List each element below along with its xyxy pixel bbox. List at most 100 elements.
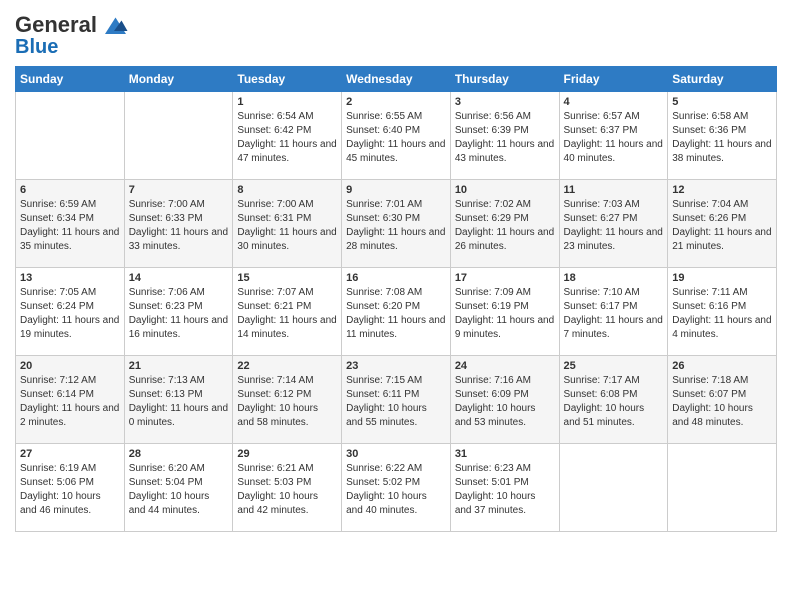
day-number: 4 [564, 96, 664, 108]
day-number: 5 [672, 96, 772, 108]
week-row-5: 27Sunrise: 6:19 AM Sunset: 5:06 PM Dayli… [16, 444, 777, 532]
header: General Blue [15, 10, 777, 58]
day-number: 7 [129, 184, 229, 196]
day-info: Sunrise: 7:04 AM Sunset: 6:26 PM Dayligh… [672, 198, 772, 254]
day-info: Sunrise: 6:55 AM Sunset: 6:40 PM Dayligh… [346, 110, 446, 166]
cell-3-7: 19 Sunrise: 7:11 AM Sunset: 6:16 PM Dayli… [668, 268, 777, 356]
week-row-3: 13 Sunrise: 7:05 AM Sunset: 6:24 PM Dayli… [16, 268, 777, 356]
day-info: Sunrise: 6:22 AM Sunset: 5:02 PM Dayligh… [346, 462, 446, 518]
day-info: Sunrise: 7:12 AM Sunset: 6:14 PM Dayligh… [20, 374, 120, 430]
day-number: 24 [455, 360, 555, 372]
day-number: 12 [672, 184, 772, 196]
cell-5-4: 30Sunrise: 6:22 AM Sunset: 5:02 PM Dayli… [342, 444, 451, 532]
day-info: Sunrise: 6:54 AM Sunset: 6:42 PM Dayligh… [237, 110, 337, 166]
day-info: Sunrise: 6:19 AM Sunset: 5:06 PM Dayligh… [20, 462, 120, 518]
day-info: Sunrise: 7:16 AM Sunset: 6:09 PM Dayligh… [455, 374, 555, 430]
cell-4-7: 26 Sunrise: 7:18 AM Sunset: 6:07 PM Dayli… [668, 356, 777, 444]
day-info: Sunrise: 7:15 AM Sunset: 6:11 PM Dayligh… [346, 374, 446, 430]
day-info: Sunrise: 6:21 AM Sunset: 5:03 PM Dayligh… [237, 462, 337, 518]
logo-blue: Blue [15, 36, 58, 58]
cell-3-2: 14 Sunrise: 7:06 AM Sunset: 6:23 PM Dayli… [124, 268, 233, 356]
day-number: 3 [455, 96, 555, 108]
cell-1-5: 3 Sunrise: 6:56 AM Sunset: 6:39 PM Daylig… [450, 92, 559, 180]
day-number: 11 [564, 184, 664, 196]
day-number: 19 [672, 272, 772, 284]
day-number: 29 [237, 448, 337, 460]
calendar-table: SundayMondayTuesdayWednesdayThursdayFrid… [15, 66, 777, 532]
day-info: Sunrise: 7:07 AM Sunset: 6:21 PM Dayligh… [237, 286, 337, 342]
day-info: Sunrise: 6:59 AM Sunset: 6:34 PM Dayligh… [20, 198, 120, 254]
day-info: Sunrise: 7:06 AM Sunset: 6:23 PM Dayligh… [129, 286, 229, 342]
cell-3-1: 13 Sunrise: 7:05 AM Sunset: 6:24 PM Dayli… [16, 268, 125, 356]
week-row-4: 20 Sunrise: 7:12 AM Sunset: 6:14 PM Dayli… [16, 356, 777, 444]
cell-2-2: 7 Sunrise: 7:00 AM Sunset: 6:33 PM Daylig… [124, 180, 233, 268]
cell-5-5: 31Sunrise: 6:23 AM Sunset: 5:01 PM Dayli… [450, 444, 559, 532]
cell-5-7 [668, 444, 777, 532]
day-number: 20 [20, 360, 120, 372]
cell-1-3: 1 Sunrise: 6:54 AM Sunset: 6:42 PM Daylig… [233, 92, 342, 180]
day-info: Sunrise: 7:00 AM Sunset: 6:33 PM Dayligh… [129, 198, 229, 254]
cell-4-4: 23 Sunrise: 7:15 AM Sunset: 6:11 PM Dayli… [342, 356, 451, 444]
logo-icon [99, 10, 129, 40]
cell-3-5: 17Sunrise: 7:09 AM Sunset: 6:19 PM Dayli… [450, 268, 559, 356]
day-number: 25 [564, 360, 664, 372]
day-info: Sunrise: 7:02 AM Sunset: 6:29 PM Dayligh… [455, 198, 555, 254]
header-row: SundayMondayTuesdayWednesdayThursdayFrid… [16, 67, 777, 92]
day-info: Sunrise: 7:10 AM Sunset: 6:17 PM Dayligh… [564, 286, 664, 342]
day-number: 6 [20, 184, 120, 196]
day-info: Sunrise: 7:18 AM Sunset: 6:07 PM Dayligh… [672, 374, 772, 430]
day-number: 1 [237, 96, 337, 108]
cell-4-6: 25 Sunrise: 7:17 AM Sunset: 6:08 PM Dayli… [559, 356, 668, 444]
day-number: 10 [455, 184, 555, 196]
cell-4-1: 20 Sunrise: 7:12 AM Sunset: 6:14 PM Dayli… [16, 356, 125, 444]
day-number: 28 [129, 448, 229, 460]
cell-5-1: 27Sunrise: 6:19 AM Sunset: 5:06 PM Dayli… [16, 444, 125, 532]
cell-1-2 [124, 92, 233, 180]
cell-2-4: 9Sunrise: 7:01 AM Sunset: 6:30 PM Daylig… [342, 180, 451, 268]
col-header-thursday: Thursday [450, 67, 559, 92]
week-row-1: 1 Sunrise: 6:54 AM Sunset: 6:42 PM Daylig… [16, 92, 777, 180]
cell-1-7: 5 Sunrise: 6:58 AM Sunset: 6:36 PM Daylig… [668, 92, 777, 180]
col-header-tuesday: Tuesday [233, 67, 342, 92]
day-number: 15 [237, 272, 337, 284]
day-info: Sunrise: 6:58 AM Sunset: 6:36 PM Dayligh… [672, 110, 772, 166]
cell-3-4: 16 Sunrise: 7:08 AM Sunset: 6:20 PM Dayli… [342, 268, 451, 356]
cell-5-2: 28 Sunrise: 6:20 AM Sunset: 5:04 PM Dayli… [124, 444, 233, 532]
day-info: Sunrise: 7:03 AM Sunset: 6:27 PM Dayligh… [564, 198, 664, 254]
day-info: Sunrise: 7:08 AM Sunset: 6:20 PM Dayligh… [346, 286, 446, 342]
page: General Blue SundayMondayTuesdayWednesda… [0, 0, 792, 547]
day-info: Sunrise: 7:00 AM Sunset: 6:31 PM Dayligh… [237, 198, 337, 254]
day-info: Sunrise: 6:57 AM Sunset: 6:37 PM Dayligh… [564, 110, 664, 166]
day-number: 18 [564, 272, 664, 284]
day-info: Sunrise: 7:11 AM Sunset: 6:16 PM Dayligh… [672, 286, 772, 342]
cell-4-5: 24 Sunrise: 7:16 AM Sunset: 6:09 PM Dayli… [450, 356, 559, 444]
day-info: Sunrise: 7:05 AM Sunset: 6:24 PM Dayligh… [20, 286, 120, 342]
day-number: 21 [129, 360, 229, 372]
day-number: 16 [346, 272, 446, 284]
week-row-2: 6 Sunrise: 6:59 AM Sunset: 6:34 PM Daylig… [16, 180, 777, 268]
cell-2-3: 8 Sunrise: 7:00 AM Sunset: 6:31 PM Daylig… [233, 180, 342, 268]
day-info: Sunrise: 6:20 AM Sunset: 5:04 PM Dayligh… [129, 462, 229, 518]
day-number: 8 [237, 184, 337, 196]
day-number: 13 [20, 272, 120, 284]
col-header-sunday: Sunday [16, 67, 125, 92]
day-number: 23 [346, 360, 446, 372]
cell-1-1 [16, 92, 125, 180]
cell-1-4: 2 Sunrise: 6:55 AM Sunset: 6:40 PM Daylig… [342, 92, 451, 180]
day-info: Sunrise: 7:14 AM Sunset: 6:12 PM Dayligh… [237, 374, 337, 430]
cell-2-5: 10 Sunrise: 7:02 AM Sunset: 6:29 PM Dayli… [450, 180, 559, 268]
cell-2-7: 12 Sunrise: 7:04 AM Sunset: 6:26 PM Dayli… [668, 180, 777, 268]
day-info: Sunrise: 6:56 AM Sunset: 6:39 PM Dayligh… [455, 110, 555, 166]
day-info: Sunrise: 7:13 AM Sunset: 6:13 PM Dayligh… [129, 374, 229, 430]
cell-5-3: 29 Sunrise: 6:21 AM Sunset: 5:03 PM Dayli… [233, 444, 342, 532]
day-number: 14 [129, 272, 229, 284]
day-number: 2 [346, 96, 446, 108]
col-header-saturday: Saturday [668, 67, 777, 92]
cell-4-2: 21 Sunrise: 7:13 AM Sunset: 6:13 PM Dayli… [124, 356, 233, 444]
day-info: Sunrise: 7:17 AM Sunset: 6:08 PM Dayligh… [564, 374, 664, 430]
day-number: 22 [237, 360, 337, 372]
cell-1-6: 4 Sunrise: 6:57 AM Sunset: 6:37 PM Daylig… [559, 92, 668, 180]
cell-3-3: 15 Sunrise: 7:07 AM Sunset: 6:21 PM Dayli… [233, 268, 342, 356]
day-number: 26 [672, 360, 772, 372]
col-header-friday: Friday [559, 67, 668, 92]
